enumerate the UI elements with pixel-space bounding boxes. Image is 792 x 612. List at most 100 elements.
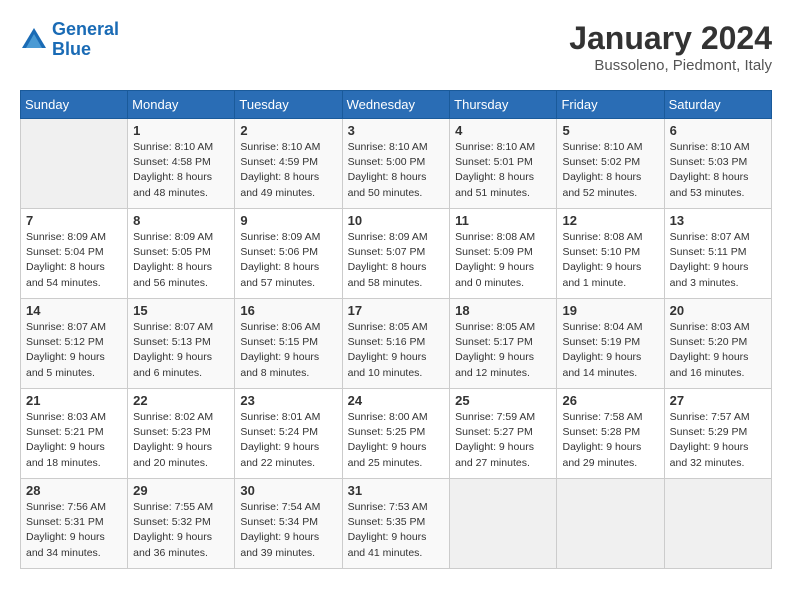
day-number: 26 [562,393,658,408]
month-title: January 2024 [569,20,772,57]
weekday-row: SundayMondayTuesdayWednesdayThursdayFrid… [21,91,772,119]
calendar-day-cell [557,479,664,569]
calendar-day-cell: 19 Sunrise: 8:04 AMSunset: 5:19 PMDayligh… [557,299,664,389]
day-info: Sunrise: 8:10 AMSunset: 5:01 PMDaylight:… [455,140,551,201]
calendar-day-cell: 13 Sunrise: 8:07 AMSunset: 5:11 PMDayligh… [664,209,771,299]
calendar-body: 1 Sunrise: 8:10 AMSunset: 4:58 PMDaylight… [21,119,772,569]
calendar-day-cell: 28 Sunrise: 7:56 AMSunset: 5:31 PMDayligh… [21,479,128,569]
day-info: Sunrise: 7:56 AMSunset: 5:31 PMDaylight:… [26,500,122,561]
day-number: 23 [240,393,336,408]
weekday-header: Saturday [664,91,771,119]
day-info: Sunrise: 8:06 AMSunset: 5:15 PMDaylight:… [240,320,336,381]
day-number: 25 [455,393,551,408]
day-number: 16 [240,303,336,318]
calendar-table: SundayMondayTuesdayWednesdayThursdayFrid… [20,90,772,569]
day-number: 15 [133,303,229,318]
calendar-day-cell: 20 Sunrise: 8:03 AMSunset: 5:20 PMDayligh… [664,299,771,389]
day-number: 20 [670,303,766,318]
day-info: Sunrise: 8:09 AMSunset: 5:06 PMDaylight:… [240,230,336,291]
calendar-day-cell: 4 Sunrise: 8:10 AMSunset: 5:01 PMDaylight… [450,119,557,209]
day-info: Sunrise: 8:05 AMSunset: 5:17 PMDaylight:… [455,320,551,381]
day-number: 28 [26,483,122,498]
day-info: Sunrise: 8:02 AMSunset: 5:23 PMDaylight:… [133,410,229,471]
day-info: Sunrise: 8:00 AMSunset: 5:25 PMDaylight:… [348,410,445,471]
day-info: Sunrise: 8:05 AMSunset: 5:16 PMDaylight:… [348,320,445,381]
day-info: Sunrise: 8:09 AMSunset: 5:07 PMDaylight:… [348,230,445,291]
logo: General Blue [20,20,119,60]
day-number: 22 [133,393,229,408]
weekday-header: Monday [128,91,235,119]
logo-icon [20,26,48,54]
day-info: Sunrise: 8:10 AMSunset: 5:00 PMDaylight:… [348,140,445,201]
calendar-day-cell: 25 Sunrise: 7:59 AMSunset: 5:27 PMDayligh… [450,389,557,479]
day-info: Sunrise: 8:07 AMSunset: 5:11 PMDaylight:… [670,230,766,291]
location-subtitle: Bussoleno, Piedmont, Italy [569,57,772,74]
day-number: 5 [562,123,658,138]
page-header: General Blue January 2024 Bussoleno, Pie… [20,20,772,74]
day-number: 27 [670,393,766,408]
weekday-header: Tuesday [235,91,342,119]
day-info: Sunrise: 7:58 AMSunset: 5:28 PMDaylight:… [562,410,658,471]
day-number: 14 [26,303,122,318]
calendar-day-cell: 18Sunrise: 8:05 AMSunset: 5:17 PMDayligh… [450,299,557,389]
day-number: 4 [455,123,551,138]
day-number: 9 [240,213,336,228]
day-info: Sunrise: 7:59 AMSunset: 5:27 PMDaylight:… [455,410,551,471]
day-number: 31 [348,483,445,498]
day-info: Sunrise: 8:07 AMSunset: 5:13 PMDaylight:… [133,320,229,381]
calendar-day-cell [450,479,557,569]
day-number: 30 [240,483,336,498]
logo-text: General Blue [52,20,119,60]
weekday-header: Wednesday [342,91,450,119]
day-info: Sunrise: 8:07 AMSunset: 5:12 PMDaylight:… [26,320,122,381]
calendar-day-cell: 23 Sunrise: 8:01 AMSunset: 5:24 PMDayligh… [235,389,342,479]
day-info: Sunrise: 8:01 AMSunset: 5:24 PMDaylight:… [240,410,336,471]
day-number: 17 [348,303,445,318]
day-info: Sunrise: 8:08 AMSunset: 5:10 PMDaylight:… [562,230,658,291]
calendar-day-cell: 24Sunrise: 8:00 AMSunset: 5:25 PMDayligh… [342,389,450,479]
calendar-day-cell: 5Sunrise: 8:10 AMSunset: 5:02 PMDaylight… [557,119,664,209]
weekday-header: Thursday [450,91,557,119]
day-info: Sunrise: 8:08 AMSunset: 5:09 PMDaylight:… [455,230,551,291]
calendar-day-cell: 22 Sunrise: 8:02 AMSunset: 5:23 PMDayligh… [128,389,235,479]
calendar-day-cell: 29 Sunrise: 7:55 AMSunset: 5:32 PMDayligh… [128,479,235,569]
calendar-header: SundayMondayTuesdayWednesdayThursdayFrid… [21,91,772,119]
calendar-day-cell: 31 Sunrise: 7:53 AMSunset: 5:35 PMDayligh… [342,479,450,569]
calendar-week-row: 1 Sunrise: 8:10 AMSunset: 4:58 PMDaylight… [21,119,772,209]
day-info: Sunrise: 8:03 AMSunset: 5:21 PMDaylight:… [26,410,122,471]
day-info: Sunrise: 8:04 AMSunset: 5:19 PMDaylight:… [562,320,658,381]
calendar-week-row: 14 Sunrise: 8:07 AMSunset: 5:12 PMDayligh… [21,299,772,389]
day-info: Sunrise: 8:09 AMSunset: 5:05 PMDaylight:… [133,230,229,291]
calendar-day-cell [664,479,771,569]
day-number: 13 [670,213,766,228]
logo-general: General [52,19,119,39]
calendar-day-cell: 8Sunrise: 8:09 AMSunset: 5:05 PMDaylight… [128,209,235,299]
calendar-day-cell: 10Sunrise: 8:09 AMSunset: 5:07 PMDayligh… [342,209,450,299]
day-info: Sunrise: 8:03 AMSunset: 5:20 PMDaylight:… [670,320,766,381]
calendar-day-cell: 7Sunrise: 8:09 AMSunset: 5:04 PMDaylight… [21,209,128,299]
day-number: 3 [348,123,445,138]
calendar-day-cell: 21Sunrise: 8:03 AMSunset: 5:21 PMDayligh… [21,389,128,479]
calendar-day-cell [21,119,128,209]
calendar-day-cell: 15 Sunrise: 8:07 AMSunset: 5:13 PMDayligh… [128,299,235,389]
day-info: Sunrise: 8:10 AMSunset: 4:59 PMDaylight:… [240,140,336,201]
calendar-day-cell: 27Sunrise: 7:57 AMSunset: 5:29 PMDayligh… [664,389,771,479]
day-number: 7 [26,213,122,228]
day-info: Sunrise: 8:10 AMSunset: 4:58 PMDaylight:… [133,140,229,201]
day-number: 19 [562,303,658,318]
calendar-day-cell: 16 Sunrise: 8:06 AMSunset: 5:15 PMDayligh… [235,299,342,389]
day-number: 12 [562,213,658,228]
day-number: 11 [455,213,551,228]
day-info: Sunrise: 7:53 AMSunset: 5:35 PMDaylight:… [348,500,445,561]
calendar-day-cell: 12 Sunrise: 8:08 AMSunset: 5:10 PMDayligh… [557,209,664,299]
day-number: 6 [670,123,766,138]
day-number: 2 [240,123,336,138]
calendar-day-cell: 11 Sunrise: 8:08 AMSunset: 5:09 PMDayligh… [450,209,557,299]
day-number: 29 [133,483,229,498]
logo-blue: Blue [52,39,91,59]
day-number: 1 [133,123,229,138]
day-info: Sunrise: 7:54 AMSunset: 5:34 PMDaylight:… [240,500,336,561]
day-info: Sunrise: 7:55 AMSunset: 5:32 PMDaylight:… [133,500,229,561]
weekday-header: Sunday [21,91,128,119]
calendar-day-cell: 2 Sunrise: 8:10 AMSunset: 4:59 PMDaylight… [235,119,342,209]
